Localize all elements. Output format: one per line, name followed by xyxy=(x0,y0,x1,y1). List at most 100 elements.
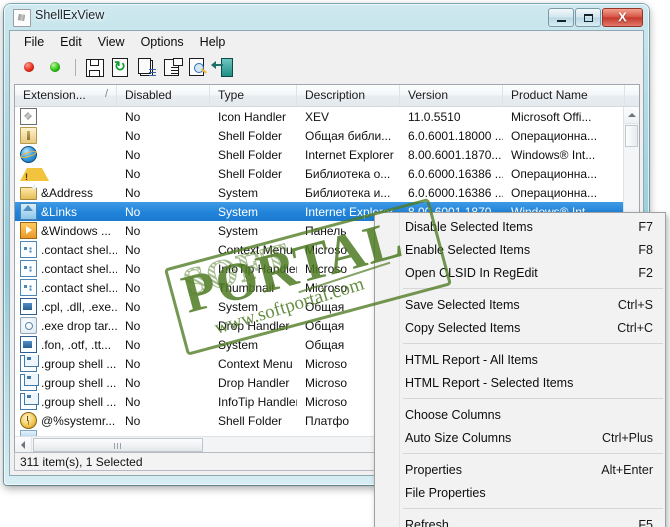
sort-indicator-icon: / xyxy=(104,88,108,100)
cell-description: Общая библи... xyxy=(305,128,392,143)
cell-disabled: No xyxy=(125,223,141,238)
context-menu-item[interactable]: Save Selected Items Ctrl+S xyxy=(375,293,665,316)
column-header-version[interactable]: Version xyxy=(400,85,503,106)
warning-icon xyxy=(20,167,49,181)
floppy-disk-icon xyxy=(86,59,104,77)
horizontal-scroll-thumb[interactable] xyxy=(33,438,203,452)
cell-type: System xyxy=(218,299,259,314)
context-menu-item[interactable]: Refresh F5 xyxy=(375,513,665,527)
window-title: ShellExView xyxy=(35,8,105,22)
light-folder-icon xyxy=(20,127,37,144)
cell-extension xyxy=(15,127,117,144)
group-shell-icon xyxy=(20,355,39,372)
menu-view[interactable]: View xyxy=(90,33,133,51)
title-bar[interactable]: ShellExView X xyxy=(4,4,649,30)
menu-options[interactable]: Options xyxy=(133,33,192,51)
column-header-extension[interactable]: Extension... / xyxy=(15,85,117,106)
cell-type: Drop Handler xyxy=(218,375,290,390)
extension-label: .group shell ... xyxy=(41,356,117,371)
menu-help[interactable]: Help xyxy=(192,33,234,51)
scroll-left-arrow-icon[interactable] xyxy=(15,437,32,453)
vertical-scroll-thumb[interactable] xyxy=(625,125,638,147)
menu-item-label: Save Selected Items xyxy=(405,297,520,312)
column-header-type[interactable]: Type xyxy=(210,85,297,106)
enable-selected-items-button[interactable] xyxy=(44,55,68,79)
cell-disabled: No xyxy=(125,242,141,257)
cell-disabled: No xyxy=(125,337,141,352)
cell-product-name: Операционна... xyxy=(511,128,598,143)
context-menu: Disable Selected Items F7 Enable Selected … xyxy=(374,212,666,527)
links-icon xyxy=(20,203,37,220)
maximize-icon xyxy=(584,13,593,22)
context-menu-item[interactable]: File Properties xyxy=(375,481,665,504)
context-menu-item[interactable]: Auto Size Columns Ctrl+Plus xyxy=(375,426,665,449)
cell-product-name: Операционна... xyxy=(511,185,598,200)
extension-label: .group shell ... xyxy=(41,394,117,409)
menu-item-accelerator: F7 xyxy=(638,219,653,234)
close-button[interactable]: X xyxy=(602,7,643,27)
menu-file[interactable]: File xyxy=(16,33,52,51)
cell-type: Shell Folder xyxy=(218,128,283,143)
table-row[interactable]: No Shell Folder Библиотека о... 6.0.6000.16… xyxy=(15,164,639,183)
cell-type: Drop Handler xyxy=(218,318,290,333)
copy-selected-items-button[interactable] xyxy=(134,55,158,79)
column-header-description[interactable]: Description xyxy=(297,85,400,106)
cell-description: Библиотека о... xyxy=(305,166,391,181)
save-selected-items-button[interactable] xyxy=(82,55,106,79)
maximize-button[interactable] xyxy=(575,7,601,27)
extension-label: .contact shel... xyxy=(41,280,117,295)
internet-explorer-icon xyxy=(20,146,37,163)
cell-type: Icon Handler xyxy=(218,109,287,124)
table-row[interactable]: No Icon Handler XEV 11.0.5510 Microsoft Offi… xyxy=(15,107,639,126)
cell-disabled: No xyxy=(125,299,141,314)
context-menu-item[interactable]: HTML Report - Selected Items xyxy=(375,371,665,394)
context-menu-item[interactable]: Disable Selected Items F7 xyxy=(375,215,665,238)
menu-item-label: Enable Selected Items xyxy=(405,242,531,257)
menu-item-label: Refresh xyxy=(405,517,449,527)
table-row[interactable]: &Address No System Библиотека и... 6.0.6000.… xyxy=(15,183,639,202)
menu-item-accelerator: F5 xyxy=(638,517,653,527)
cell-disabled: No xyxy=(125,109,141,124)
menu-item-label: Disable Selected Items xyxy=(405,219,533,234)
cell-description: Библиотека и... xyxy=(305,185,391,200)
context-menu-item[interactable]: Open CLSID In RegEdit F2 xyxy=(375,261,665,284)
menu-item-label: Open CLSID In RegEdit xyxy=(405,265,538,280)
minimize-button[interactable] xyxy=(548,7,574,27)
properties-flag-icon xyxy=(173,58,183,66)
red-dot-icon xyxy=(24,62,34,72)
media-player-icon xyxy=(20,222,37,239)
context-menu-item[interactable]: Copy Selected Items Ctrl+C xyxy=(375,316,665,339)
table-row[interactable]: No Shell Folder Internet Explorer 8.00.6001… xyxy=(15,145,639,164)
properties-button[interactable] xyxy=(160,55,184,79)
cell-extension: .contact shel... xyxy=(15,241,117,258)
scroll-up-arrow-icon[interactable] xyxy=(624,107,639,124)
exit-button[interactable] xyxy=(211,55,236,79)
cell-description: XEV xyxy=(305,109,330,124)
cell-type: Context Menu xyxy=(218,242,293,257)
column-header-product-name[interactable]: Product Name xyxy=(503,85,625,106)
cell-extension: &Address xyxy=(15,185,117,200)
cell-type: Shell Folder xyxy=(218,166,283,181)
refresh-button[interactable] xyxy=(108,55,132,79)
context-menu-item[interactable]: HTML Report - All Items xyxy=(375,348,665,371)
cell-disabled: No xyxy=(125,185,141,200)
group-shell-icon xyxy=(20,393,39,410)
extension-label: &Address xyxy=(41,185,94,200)
menu-edit[interactable]: Edit xyxy=(52,33,90,51)
menu-item-accelerator: Alt+Enter xyxy=(601,462,653,477)
context-menu-item[interactable]: Choose Columns xyxy=(375,403,665,426)
copy-pages-icon xyxy=(138,58,156,76)
find-button[interactable] xyxy=(186,55,210,79)
cell-type: Context Menu xyxy=(218,356,293,371)
table-row[interactable]: No Shell Folder Общая библи... 6.0.6001.180… xyxy=(15,126,639,145)
contact-card-icon xyxy=(20,260,37,277)
disable-selected-items-button[interactable] xyxy=(18,55,42,79)
cell-disabled: No xyxy=(125,394,141,409)
context-menu-item[interactable]: Enable Selected Items F8 xyxy=(375,238,665,261)
context-menu-item[interactable]: Properties Alt+Enter xyxy=(375,458,665,481)
column-header-disabled[interactable]: Disabled xyxy=(117,85,210,106)
menu-item-label: Properties xyxy=(405,462,462,477)
menu-item-label: HTML Report - All Items xyxy=(405,352,538,367)
screenshot-root: ShellExView X File Edit View Options Hel… xyxy=(0,0,670,527)
cell-disabled: No xyxy=(125,204,141,219)
